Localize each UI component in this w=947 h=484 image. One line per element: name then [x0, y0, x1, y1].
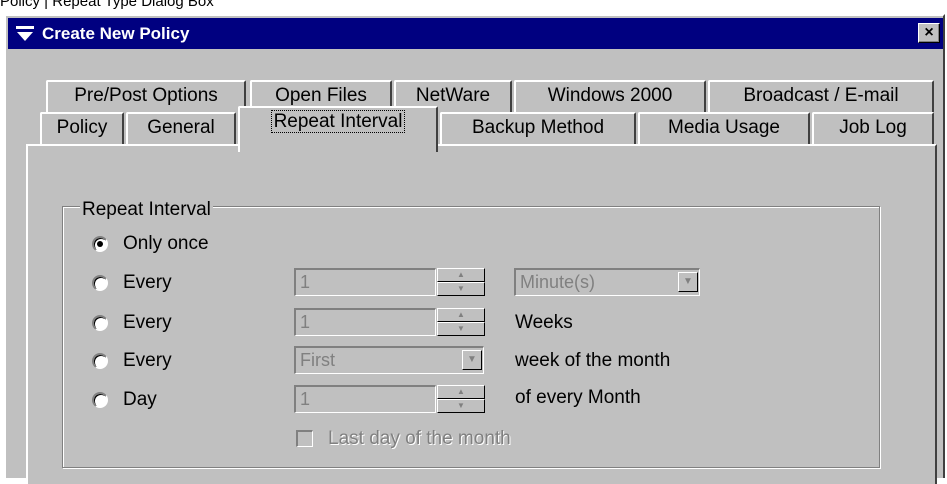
day-value-field[interactable]: 1: [294, 385, 436, 413]
tab-media-usage[interactable]: Media Usage: [638, 112, 810, 144]
radio-button[interactable]: [92, 275, 108, 291]
tab-windows-2000[interactable]: Windows 2000: [514, 80, 706, 112]
tab-general[interactable]: General: [126, 112, 236, 144]
spin-down-icon[interactable]: ▼: [437, 399, 485, 413]
last-day-label: Last day of the month: [328, 428, 511, 449]
radio-button[interactable]: [92, 392, 108, 408]
tab-broadcast-email[interactable]: Broadcast / E-mail: [708, 80, 934, 112]
weeks-spinner[interactable]: ▲ ▼: [437, 308, 485, 336]
radio-label: Every: [123, 312, 172, 333]
chevron-down-icon[interactable]: ▼: [678, 272, 698, 292]
radio-button-checked[interactable]: [92, 236, 108, 252]
close-button[interactable]: ×: [918, 23, 940, 43]
spin-up-icon[interactable]: ▲: [437, 308, 485, 322]
spin-up-icon[interactable]: ▲: [437, 268, 485, 282]
weeks-label: Weeks: [515, 312, 573, 333]
week-ordinal-select[interactable]: First ▼: [294, 346, 484, 374]
menu-icon[interactable]: [16, 26, 34, 42]
radio-button[interactable]: [92, 353, 108, 369]
interval-value-field[interactable]: 1: [294, 268, 436, 296]
weeks-value-field[interactable]: 1: [294, 308, 436, 336]
tab-backup-method[interactable]: Backup Method: [440, 112, 636, 144]
groupbox-label: Repeat Interval: [80, 199, 213, 221]
spin-down-icon[interactable]: ▼: [437, 282, 485, 296]
tab-repeat-interval[interactable]: Repeat Interval: [238, 106, 438, 152]
close-icon: ×: [924, 24, 934, 41]
chevron-down-icon[interactable]: ▼: [462, 350, 482, 370]
day-spinner[interactable]: ▲ ▼: [437, 385, 485, 413]
every-month-label: of every Month: [515, 387, 641, 408]
unit-select[interactable]: Minute(s) ▼: [514, 268, 700, 296]
figure-caption: Policy | Repeat Type Dialog Box: [0, 0, 214, 10]
last-day-checkbox[interactable]: [296, 430, 313, 447]
spin-down-icon[interactable]: ▼: [437, 322, 485, 336]
week-of-month-label: week of the month: [515, 350, 671, 371]
spin-up-icon[interactable]: ▲: [437, 385, 485, 399]
radio-label: Every: [123, 350, 172, 371]
radio-button[interactable]: [92, 315, 108, 331]
interval-spinner[interactable]: ▲ ▼: [437, 268, 485, 296]
tab-policy[interactable]: Policy: [40, 112, 124, 144]
week-ordinal-value: First: [300, 350, 335, 370]
unit-select-value: Minute(s): [520, 272, 596, 292]
window-title: Create New Policy: [42, 24, 190, 43]
radio-label: Day: [123, 389, 157, 410]
tab-pre-post-options[interactable]: Pre/Post Options: [46, 80, 246, 112]
tab-job-log[interactable]: Job Log: [812, 112, 934, 144]
radio-label: Every: [123, 272, 172, 293]
radio-label: Only once: [123, 233, 209, 254]
title-bar[interactable]: Create New Policy ×: [8, 18, 943, 49]
